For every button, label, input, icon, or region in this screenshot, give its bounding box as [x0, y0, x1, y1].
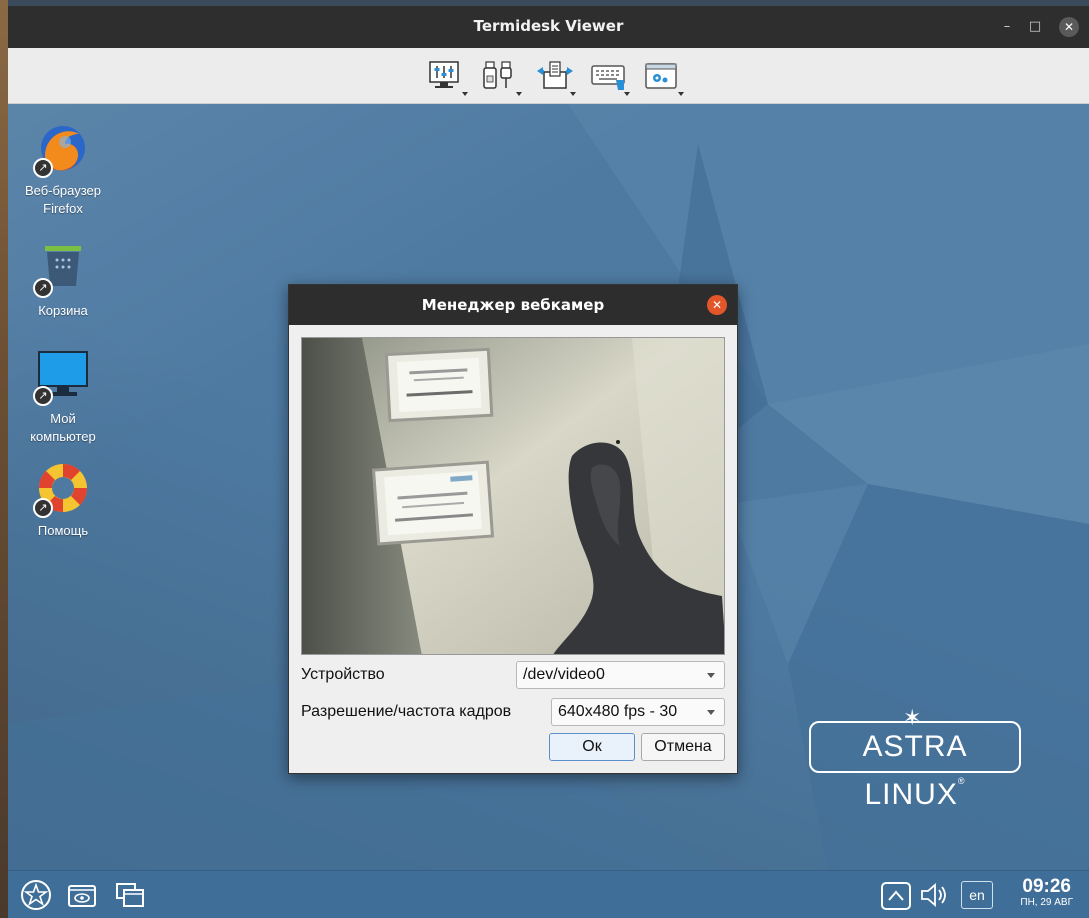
clock[interactable]: 09:26 ПН, 29 АВГ [1020, 877, 1073, 909]
lifebuoy-icon: ↗ [33, 460, 91, 518]
clipboard-arrows-icon [537, 61, 573, 89]
desktop-icon-label: Помощь [37, 523, 89, 538]
star-icon: ✶ [903, 705, 923, 730]
firefox-icon: ↗ [33, 120, 91, 178]
desktop-icon-label: Мой [50, 411, 76, 426]
clipboard-transfer-button[interactable] [536, 60, 576, 96]
usb-icon [483, 61, 512, 89]
close-icon[interactable]: ✕ [707, 295, 727, 315]
logo-text: ASTRA LINUX [862, 730, 968, 811]
device-select-value: /dev/video0 [523, 666, 605, 683]
window-titlebar[interactable]: Termidesk Viewer – □ ✕ [8, 6, 1089, 48]
device-label: Устройство [301, 666, 385, 683]
minimize-button[interactable]: – [997, 17, 1017, 37]
trash-icon: ↗ [33, 240, 91, 298]
desktop-icon-trash[interactable]: ↗ Корзина [8, 240, 118, 320]
chevron-down-icon [678, 92, 684, 96]
astra-linux-logo: ✶ ASTRA LINUX® [809, 707, 1021, 811]
clock-time: 09:26 [1022, 876, 1071, 897]
tray-expand-button[interactable] [880, 879, 912, 911]
desktop-area: ↗ Веб-браузер Firefox ↗ Корзина ↗ Мой ко… [8, 104, 1089, 870]
viewer-toolbar [8, 48, 1089, 104]
desktop-icon-label: Корзина [38, 303, 88, 318]
display-settings-button[interactable] [428, 60, 468, 96]
monitor-sliders-icon [429, 61, 459, 88]
webcam-manager-dialog: Менеджер вебкамер ✕ Устройство /dev/vide… [288, 284, 738, 774]
dialog-title[interactable]: Менеджер вебкамер [289, 285, 737, 325]
taskbar: en 09:26 ПН, 29 АВГ [8, 870, 1089, 918]
shortcut-arrow-icon: ↗ [33, 498, 53, 518]
keyboard-layout-indicator[interactable]: en [961, 881, 993, 909]
desktop-eye-icon [68, 885, 96, 907]
cancel-button[interactable]: Отмена [641, 733, 725, 761]
desktop-icon-label: компьютер [30, 429, 96, 444]
desktop-icon-my-computer[interactable]: ↗ Мой компьютер [8, 348, 118, 446]
resolution-label: Разрешение/частота кадров [301, 703, 512, 720]
settings-button[interactable] [644, 60, 684, 96]
show-desktop-button[interactable] [66, 879, 98, 911]
close-window-button[interactable]: ✕ [1059, 17, 1079, 37]
device-select[interactable]: /dev/video0 [516, 661, 725, 689]
webcam-preview [301, 337, 725, 655]
ok-button[interactable]: Ок [549, 733, 635, 761]
keyboard-button[interactable] [590, 60, 630, 96]
windows-icon [116, 883, 144, 907]
volume-button[interactable] [918, 879, 950, 911]
maximize-button[interactable]: □ [1025, 17, 1045, 37]
speaker-icon [921, 883, 946, 907]
background-strip [0, 0, 8, 918]
window-switcher-button[interactable] [114, 879, 146, 911]
termidesk-viewer-window: Termidesk Viewer – □ ✕ ↗ Веб-браузер Fir… [8, 6, 1089, 918]
keyboard-icon [591, 65, 625, 90]
chevron-down-icon [462, 92, 468, 96]
desktop-icon-help[interactable]: ↗ Помощь [8, 460, 118, 540]
chevron-down-icon [707, 710, 715, 715]
chevron-up-icon [881, 882, 911, 910]
desktop-icon-label: Firefox [43, 201, 83, 216]
start-menu-button[interactable] [20, 879, 52, 911]
usb-devices-button[interactable] [482, 60, 522, 96]
shortcut-arrow-icon: ↗ [33, 158, 53, 178]
window-title: Termidesk Viewer [473, 17, 624, 35]
shortcut-arrow-icon: ↗ [33, 278, 53, 298]
astra-star-icon [21, 880, 51, 910]
chevron-down-icon [570, 92, 576, 96]
chevron-down-icon [516, 92, 522, 96]
clock-date: ПН, 29 АВГ [1020, 897, 1073, 908]
chevron-down-icon [624, 92, 630, 96]
shortcut-arrow-icon: ↗ [33, 386, 53, 406]
window-gear-icon [645, 63, 677, 89]
desktop-icon-label: Веб-браузер [24, 183, 102, 198]
computer-icon: ↗ [33, 348, 91, 406]
chevron-down-icon [707, 673, 715, 678]
registered-mark: ® [957, 776, 966, 786]
resolution-select[interactable]: 640x480 fps - 30 [551, 698, 725, 726]
desktop-icon-firefox[interactable]: ↗ Веб-браузер Firefox [8, 120, 118, 218]
resolution-select-value: 640x480 fps - 30 [558, 703, 678, 720]
